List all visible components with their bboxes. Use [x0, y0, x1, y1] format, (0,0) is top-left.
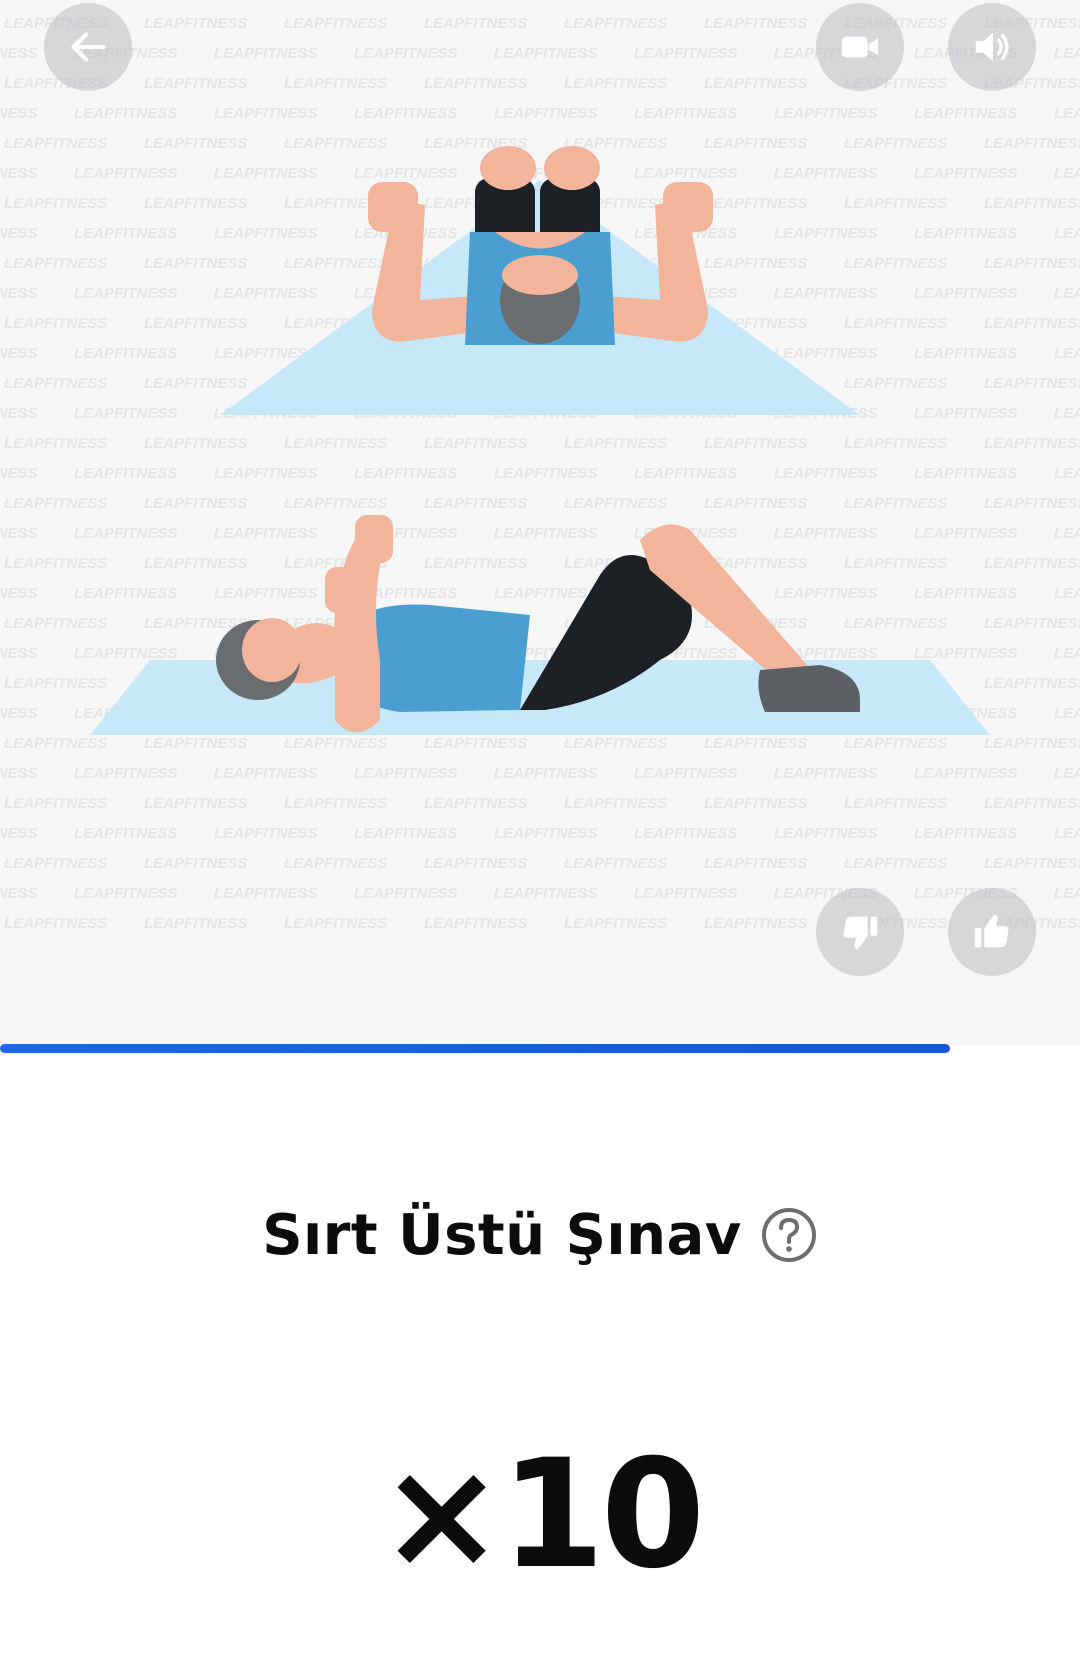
rep-count: ×10	[378, 1428, 705, 1602]
thumbs-up-icon	[974, 914, 1009, 948]
arrow-left-icon	[71, 32, 106, 62]
watermark-pattern	[0, 0, 1080, 945]
thumbs-down-icon	[843, 916, 878, 950]
dislike-button[interactable]	[816, 888, 904, 976]
sound-button[interactable]	[948, 3, 1036, 91]
exercise-title: Sırt Üstü Şınav	[262, 1202, 742, 1268]
speaker-icon	[975, 32, 1009, 62]
question-circle-icon[interactable]	[760, 1206, 818, 1264]
like-button[interactable]	[948, 888, 1036, 976]
progress-fill	[0, 1044, 951, 1053]
video-button[interactable]	[816, 3, 904, 91]
exercise-animation: LEAPFITNESS LEAPFITNESS LEAPFITNESS	[0, 0, 1080, 1045]
back-button[interactable]	[44, 3, 132, 91]
exercise-title-row: Sırt Üstü Şınav	[0, 1195, 1080, 1275]
exercise-progress-bar	[0, 1044, 1080, 1053]
exercise-illustration: LEAPFITNESS LEAPFITNESS LEAPFITNESS	[0, 0, 1080, 945]
video-camera-icon	[841, 36, 879, 58]
